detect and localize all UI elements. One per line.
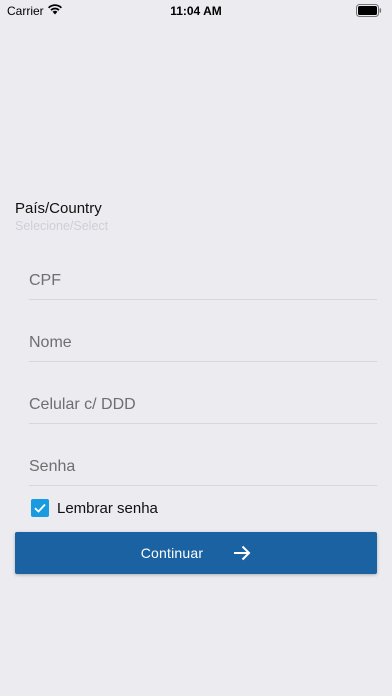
status-bar: Carrier 11:04 AM bbox=[0, 0, 392, 22]
arrow-right-icon bbox=[233, 545, 251, 561]
phone-input[interactable] bbox=[29, 387, 377, 423]
status-time: 11:04 AM bbox=[170, 4, 222, 18]
country-label: País/Country bbox=[15, 200, 102, 217]
cpf-field[interactable] bbox=[29, 263, 377, 300]
cpf-input[interactable] bbox=[29, 263, 377, 299]
battery-icon bbox=[356, 4, 382, 20]
password-input[interactable] bbox=[29, 449, 377, 485]
checkmark-icon bbox=[34, 503, 46, 513]
remember-password[interactable]: Lembrar senha bbox=[31, 498, 158, 518]
country-select[interactable]: Selecione/Select bbox=[15, 219, 108, 233]
remember-checkbox[interactable] bbox=[31, 499, 49, 517]
name-field[interactable] bbox=[29, 325, 377, 362]
continue-button[interactable]: Continuar bbox=[15, 532, 377, 574]
name-input[interactable] bbox=[29, 325, 377, 361]
phone-field[interactable] bbox=[29, 387, 377, 424]
remember-label: Lembrar senha bbox=[57, 499, 158, 517]
password-field[interactable] bbox=[29, 449, 377, 486]
continue-label: Continuar bbox=[140, 545, 204, 561]
